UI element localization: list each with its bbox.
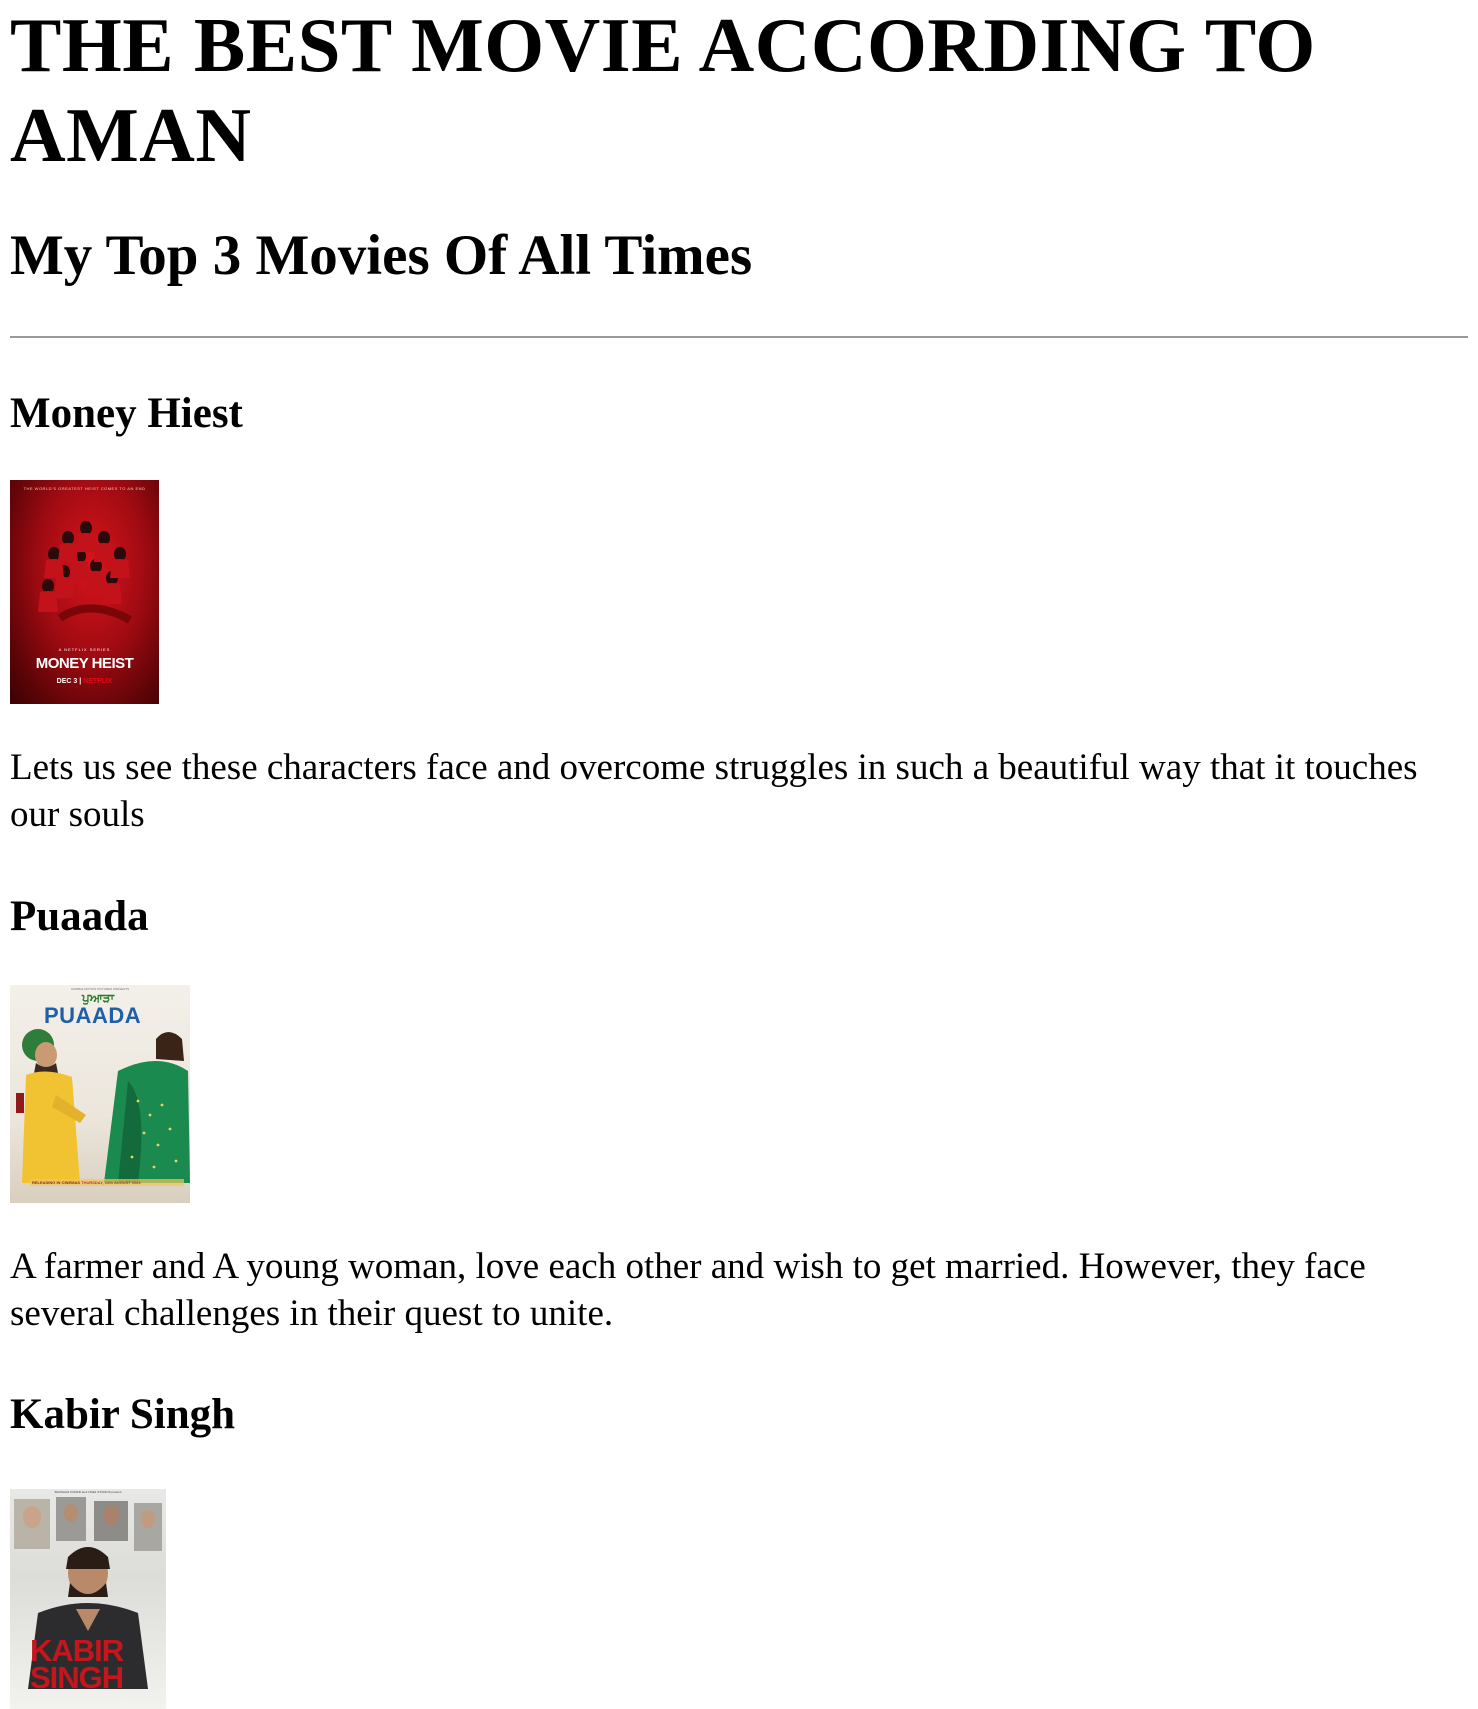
movie-item-money-heist: Money Hiest THE WORLD'S GREATEST HEIST C… xyxy=(10,384,1468,838)
movie-description: A farmer and A young woman, love each ot… xyxy=(10,1246,1366,1334)
woman-figure-icon xyxy=(104,1032,190,1183)
movie-item-puaada: Puaada HUMBLE MOTION PICTURES PRESENTS ਪ… xyxy=(10,887,1468,1337)
divider xyxy=(10,336,1468,338)
crew-figures-icon xyxy=(38,521,132,624)
page-subtitle: My Top 3 Movies Of All Times xyxy=(10,224,753,287)
movie-item-kabir-singh: Kabir Singh BHUSHAN KUMAR and CINE1 STUD… xyxy=(10,1385,1468,1709)
puaada-poster-image: HUMBLE MOTION PICTURES PRESENTS ਪੁਆੜਾ PU… xyxy=(10,985,190,1203)
money-heist-poster-image: THE WORLD'S GREATEST HEIST COMES TO AN E… xyxy=(10,480,159,704)
page-content: THE BEST MOVIE ACCORDING TO AMAN My Top … xyxy=(10,0,1468,1709)
movie-title: Puaada xyxy=(10,893,149,940)
kabir-singh-poster-image: BHUSHAN KUMAR and CINE1 STUDIOS present xyxy=(10,1489,166,1709)
movie-description: Lets us see these characters face and ov… xyxy=(10,747,1418,835)
movie-title: Kabir Singh xyxy=(10,1391,236,1438)
man-figure-icon xyxy=(16,1029,86,1183)
movie-title: Money Hiest xyxy=(10,390,243,437)
page-title: THE BEST MOVIE ACCORDING TO AMAN xyxy=(10,2,1316,178)
